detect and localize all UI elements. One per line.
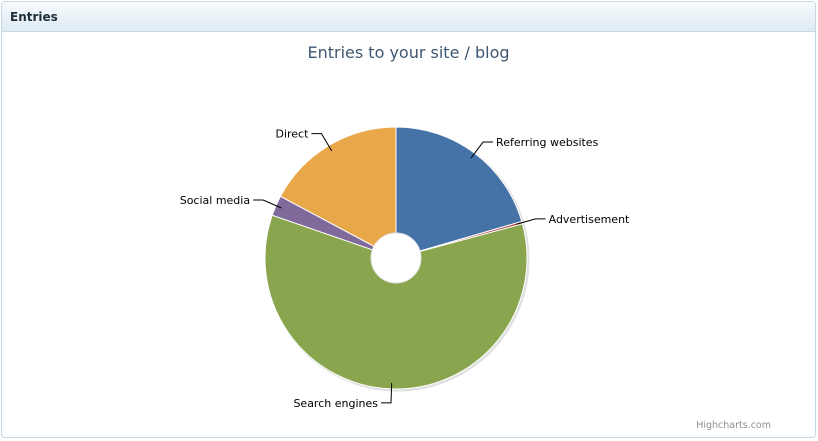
pie-center-hole	[370, 232, 422, 284]
slice-label-search-engines: Search engines	[293, 397, 378, 410]
slice-label-direct: Direct	[275, 128, 309, 141]
slice-label-social-media: Social media	[180, 194, 250, 207]
entries-panel: Entries Entries to your site / blog Refe…	[1, 1, 816, 438]
credits-link[interactable]: Highcharts.com	[696, 420, 771, 431]
pie-svg: Referring websites Advertisement Search en…	[180, 126, 630, 410]
pie-chart: Entries to your site / blog Referring we…	[2, 33, 815, 437]
slice-label-referring-websites: Referring websites	[496, 136, 599, 149]
slice-label-advertisement: Advertisement	[549, 213, 630, 226]
panel-title: Entries	[2, 2, 815, 32]
